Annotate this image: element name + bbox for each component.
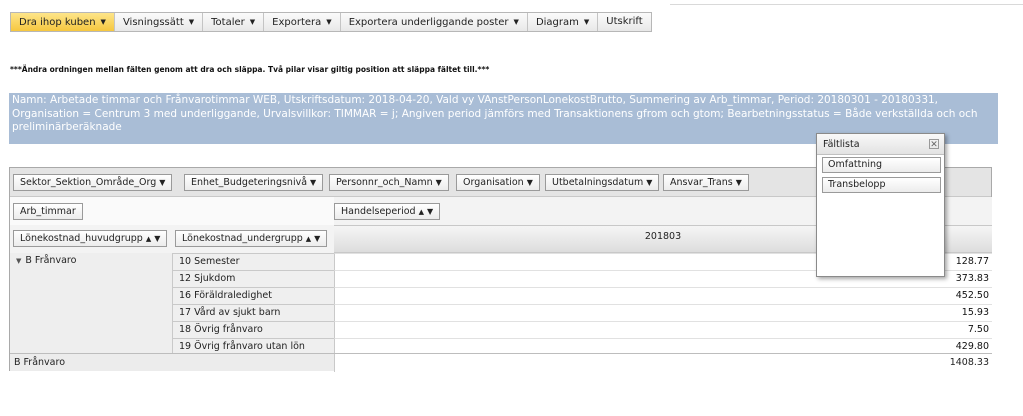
table-row: 18 Övrig frånvaro 7.50: [10, 321, 992, 338]
row-field-area: Lönekostnad_huvudgrupp ▲ ▼ Lönekostnad_und…: [10, 225, 334, 253]
row-label: 10 Semester: [172, 253, 334, 270]
field-list-header[interactable]: Fältlista ✕: [817, 134, 944, 155]
dropdown-arrow-icon: ▼: [100, 18, 106, 26]
field-list-title: Fältlista: [823, 139, 860, 150]
field-item-transbelopp[interactable]: Transbelopp: [822, 177, 941, 193]
filter-chip-organisation[interactable]: Organisation ▼: [456, 174, 540, 191]
filter-icon[interactable]: ▼: [736, 178, 742, 187]
field-list-panel: Fältlista ✕ Omfattning Transbelopp: [816, 133, 945, 277]
column-field-chip[interactable]: Handelseperiod ▲ ▼: [334, 203, 441, 220]
filter-chip-personnr[interactable]: Personnr_och_Namn ▼: [329, 174, 449, 191]
sort-arrow-icon[interactable]: ▲: [306, 235, 311, 243]
dropdown-arrow-icon: ▼: [249, 18, 256, 26]
filter-chip-enhet[interactable]: Enhet_Budgeteringsnivå ▼: [184, 174, 324, 191]
filter-icon[interactable]: ▼: [646, 178, 652, 187]
total-value[interactable]: 1408.33: [334, 354, 992, 372]
filter-icon[interactable]: ▼: [436, 178, 442, 187]
filter-chip-utbetalningsdatum[interactable]: Utbetalningsdatum ▼: [545, 174, 660, 191]
table-row: 16 Föräldraledighet 452.50: [10, 287, 992, 304]
filter-icon[interactable]: ▼: [527, 178, 533, 187]
close-icon[interactable]: ✕: [929, 139, 939, 150]
filter-icon[interactable]: ▼: [427, 207, 433, 216]
display-mode-button[interactable]: Visningssätt ▼: [114, 13, 204, 31]
chart-button[interactable]: Diagram ▼: [527, 13, 599, 31]
field-item-omfattning[interactable]: Omfattning: [822, 157, 941, 173]
sort-arrow-icon[interactable]: ▲: [419, 208, 424, 216]
totals-button[interactable]: Totaler ▼: [203, 13, 265, 31]
row-field-chip-huvudgrupp[interactable]: Lönekostnad_huvudgrupp ▲ ▼: [13, 230, 168, 247]
row-label: 12 Sjukdom: [172, 270, 334, 287]
collapse-cube-button[interactable]: Dra ihop kuben ▼: [11, 13, 115, 31]
export-button[interactable]: Exportera ▼: [264, 13, 341, 31]
print-button[interactable]: Utskrift: [598, 13, 651, 31]
cell-value[interactable]: 7.50: [334, 321, 992, 338]
filter-icon[interactable]: ▼: [314, 234, 320, 243]
row-label: 17 Vård av sjukt barn: [172, 304, 334, 321]
row-field-chip-undergrupp[interactable]: Lönekostnad_undergrupp ▲ ▼: [175, 230, 328, 247]
top-divider: [670, 4, 1023, 5]
dropdown-arrow-icon: ▼: [513, 18, 519, 26]
cell-value[interactable]: 452.50: [334, 287, 992, 304]
dropdown-arrow-icon: ▼: [326, 18, 332, 26]
toolbar: Dra ihop kuben ▼ Visningssätt ▼ Totaler ▼ E…: [10, 12, 652, 32]
filter-icon[interactable]: ▼: [159, 178, 165, 187]
row-label: 16 Föräldraledighet: [172, 287, 334, 304]
dropdown-arrow-icon: ▼: [188, 18, 195, 26]
sort-arrow-icon[interactable]: ▲: [146, 235, 151, 243]
dropdown-arrow-icon: ▼: [583, 18, 590, 26]
total-label: B Frånvaro: [14, 357, 66, 368]
cell-value[interactable]: 15.93: [334, 304, 992, 321]
export-underlying-button[interactable]: Exportera underliggande poster ▼: [340, 13, 528, 31]
data-field-chip[interactable]: Arb_timmar: [13, 203, 83, 220]
row-label: 18 Övrig frånvaro: [172, 321, 334, 338]
total-row: B Frånvaro 1408.33: [10, 353, 992, 372]
filter-chip-ansvar[interactable]: Ansvar_Trans ▼: [663, 174, 749, 191]
filter-icon[interactable]: ▼: [154, 234, 160, 243]
filter-icon[interactable]: ▼: [310, 178, 316, 187]
drag-hint-text: ***Ändra ordningen mellan fälten genom a…: [10, 65, 490, 74]
table-row: 17 Vård av sjukt barn 15.93: [10, 304, 992, 321]
filter-chip-sektor[interactable]: Sektor_Sektion_Område_Org ▼: [13, 174, 173, 191]
